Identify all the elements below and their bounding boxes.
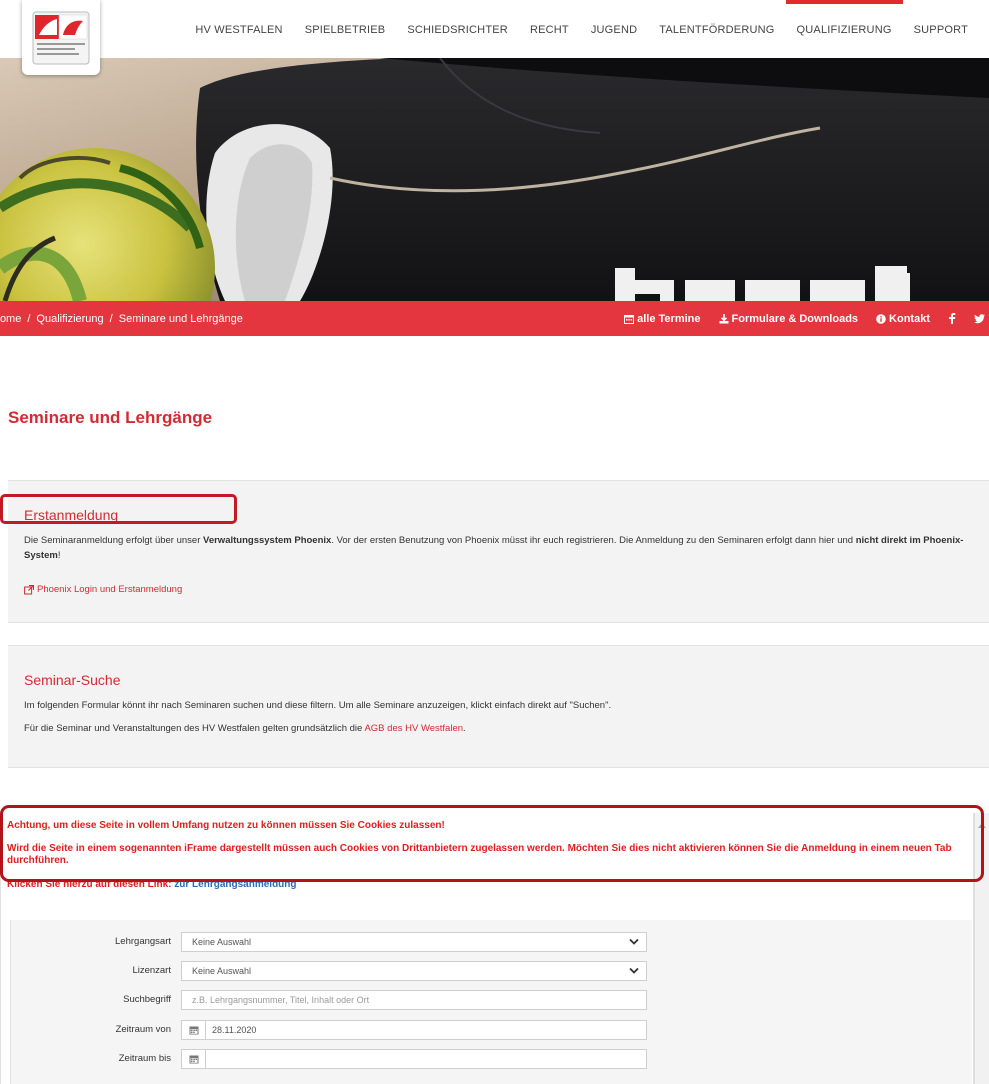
iframe-cookie-warning: Wird die Seite in einem sogenannten iFra… [7,843,952,866]
lehrgangsanmeldung-link[interactable]: zur Lehrgangsanmeldung [174,879,296,890]
seminarsuche-text1: Im folgenden Formular könnt ihr nach Sem… [24,700,612,711]
zeitraum-bis-row: Zeitraum bis [11,1049,651,1069]
lizenzart-select[interactable]: Keine Auswahl [181,961,647,981]
nav-jugend[interactable]: JUGEND [580,0,648,60]
hero-image [0,58,989,301]
breadcrumb-separator: / [27,312,31,325]
phoenix-login-link[interactable]: Phoenix Login und Erstanmeldung [24,584,182,595]
hero-bag-ball-image [0,58,989,301]
nav-recht[interactable]: RECHT [519,0,580,60]
lehrgangsart-value: Keine Auswahl [192,937,252,947]
nav-talentfoerderung[interactable]: TALENTFÖRDERUNG [648,0,785,60]
lizenzart-value: Keine Auswahl [192,966,252,976]
zeitraum-bis-label: Zeitraum bis [118,1053,171,1064]
seminarsuche-heading: Seminar-Suche [24,672,121,688]
info-icon [876,313,886,324]
calendar-icon[interactable] [182,1021,206,1039]
agb-link[interactable]: AGB des HV Westfalen [364,723,463,734]
external-link-icon [24,584,34,594]
hvw-logo[interactable] [22,0,100,75]
lizenzart-label: Lizenzart [132,965,171,976]
breadcrumb-bar: Home / Qualifizierung / Seminare und Leh… [0,301,989,336]
formulare-downloads-label: Formulare & Downloads [731,312,859,325]
page-title: Seminare und Lehrgänge [8,408,213,427]
breadcrumb-qualifizierung[interactable]: Qualifizierung [36,313,103,325]
cookie-warning: Achtung, um diese Seite in vollem Umfang… [7,820,445,831]
suchbegriff-row: Suchbegriff z.B. Lehrgangsnummer, Titel,… [11,990,651,1010]
formulare-downloads-link[interactable]: Formulare & Downloads [719,312,859,325]
calendar-icon [624,314,635,324]
kontakt-label: Kontakt [889,312,930,325]
erstanmeldung-text: Die Seminaranmeldung erfolgt über unser … [24,533,979,563]
breadcrumb-separator: / [109,312,113,325]
alle-termine-link[interactable]: alle Termine [624,312,701,325]
zeitraum-von-input[interactable]: 28.11.2020 [181,1020,647,1040]
main-nav: HV WESTFALEN SPIELBETRIEB SCHIEDSRICHTER… [184,0,979,60]
twitter-link[interactable] [974,313,985,324]
quick-links: alle Termine Formulare & Downloads Konta… [624,301,985,336]
phoenix-system-emphasis: Verwaltungssystem Phoenix [203,535,332,546]
logo-crest-icon [32,11,90,64]
zeitraum-bis-input[interactable] [181,1049,647,1069]
lehrgangsart-select[interactable]: Keine Auswahl [181,932,647,952]
top-bar: HV WESTFALEN SPIELBETRIEB SCHIEDSRICHTER… [0,0,989,75]
seminarsuche-text2: Für die Seminar und Veranstaltungen des … [24,721,979,736]
lehrgangsart-label: Lehrgangsart [115,936,171,947]
highlight-erstanmeldung [0,494,237,524]
seminarsuche-text2-part1: Für die Seminar und Veranstaltungen des … [24,723,365,734]
new-tab-hint-label: Klicken Sie hierzu auf diesen Link: [7,879,175,890]
seminarsuche-text2-part2: . [463,723,466,734]
breadcrumb-current: Seminare und Lehrgänge [118,312,243,325]
nav-qualifizierung[interactable]: QUALIFIZIERUNG [785,0,903,60]
seminarsuche-card: Seminar-Suche Im folgenden Formular könn… [8,645,989,768]
zeitraum-von-label: Zeitraum von [115,1024,171,1035]
erstanmeldung-text-part2: . Vor der ersten Benutzung von Phoenix m… [331,535,856,546]
nav-schiedsrichter[interactable]: SCHIEDSRICHTER [396,0,519,60]
chevron-down-icon [629,967,639,974]
download-icon [719,313,729,323]
calendar-icon[interactable] [182,1050,206,1068]
erstanmeldung-text-part3: ! [57,550,61,561]
nav-hv-westfalen[interactable]: HV WESTFALEN [184,0,293,60]
zeitraum-von-value: 28.11.2020 [212,1025,257,1035]
erstanmeldung-text-part1: Die Seminaranmeldung erfolgt über unser [24,535,204,546]
facebook-icon [949,313,956,324]
breadcrumb-home[interactable]: Home [0,313,21,325]
twitter-icon [974,313,985,323]
iframe-scrollbar[interactable] [974,813,989,1084]
suchbegriff-input[interactable]: z.B. Lehrgangsnummer, Titel, Inhalt oder… [181,990,647,1010]
suchbegriff-label: Suchbegriff [123,994,171,1005]
zeitraum-von-row: Zeitraum von 28.11.2020 [11,1020,651,1040]
seminar-search-form: Lehrgangsart Keine Auswahl Lizenzart Kei… [10,920,972,1084]
nav-support[interactable]: SUPPORT [903,0,979,60]
nav-spielbetrieb[interactable]: SPIELBETRIEB [294,0,397,60]
alle-termine-label: alle Termine [637,312,701,325]
lizenzart-row: Lizenzart Keine Auswahl [11,961,651,981]
chevron-down-icon [629,938,639,945]
kontakt-link[interactable]: Kontakt [876,313,930,325]
lehrgangsart-row: Lehrgangsart Keine Auswahl [11,932,651,952]
phoenix-login-label: Phoenix Login und Erstanmeldung [37,584,183,595]
facebook-link[interactable] [948,313,956,324]
breadcrumb: Home / Qualifizierung / Seminare und Leh… [0,301,249,336]
scroll-up-arrow-icon[interactable] [978,823,986,828]
new-tab-hint: Klicken Sie hierzu auf diesen Link: zur … [7,879,967,891]
